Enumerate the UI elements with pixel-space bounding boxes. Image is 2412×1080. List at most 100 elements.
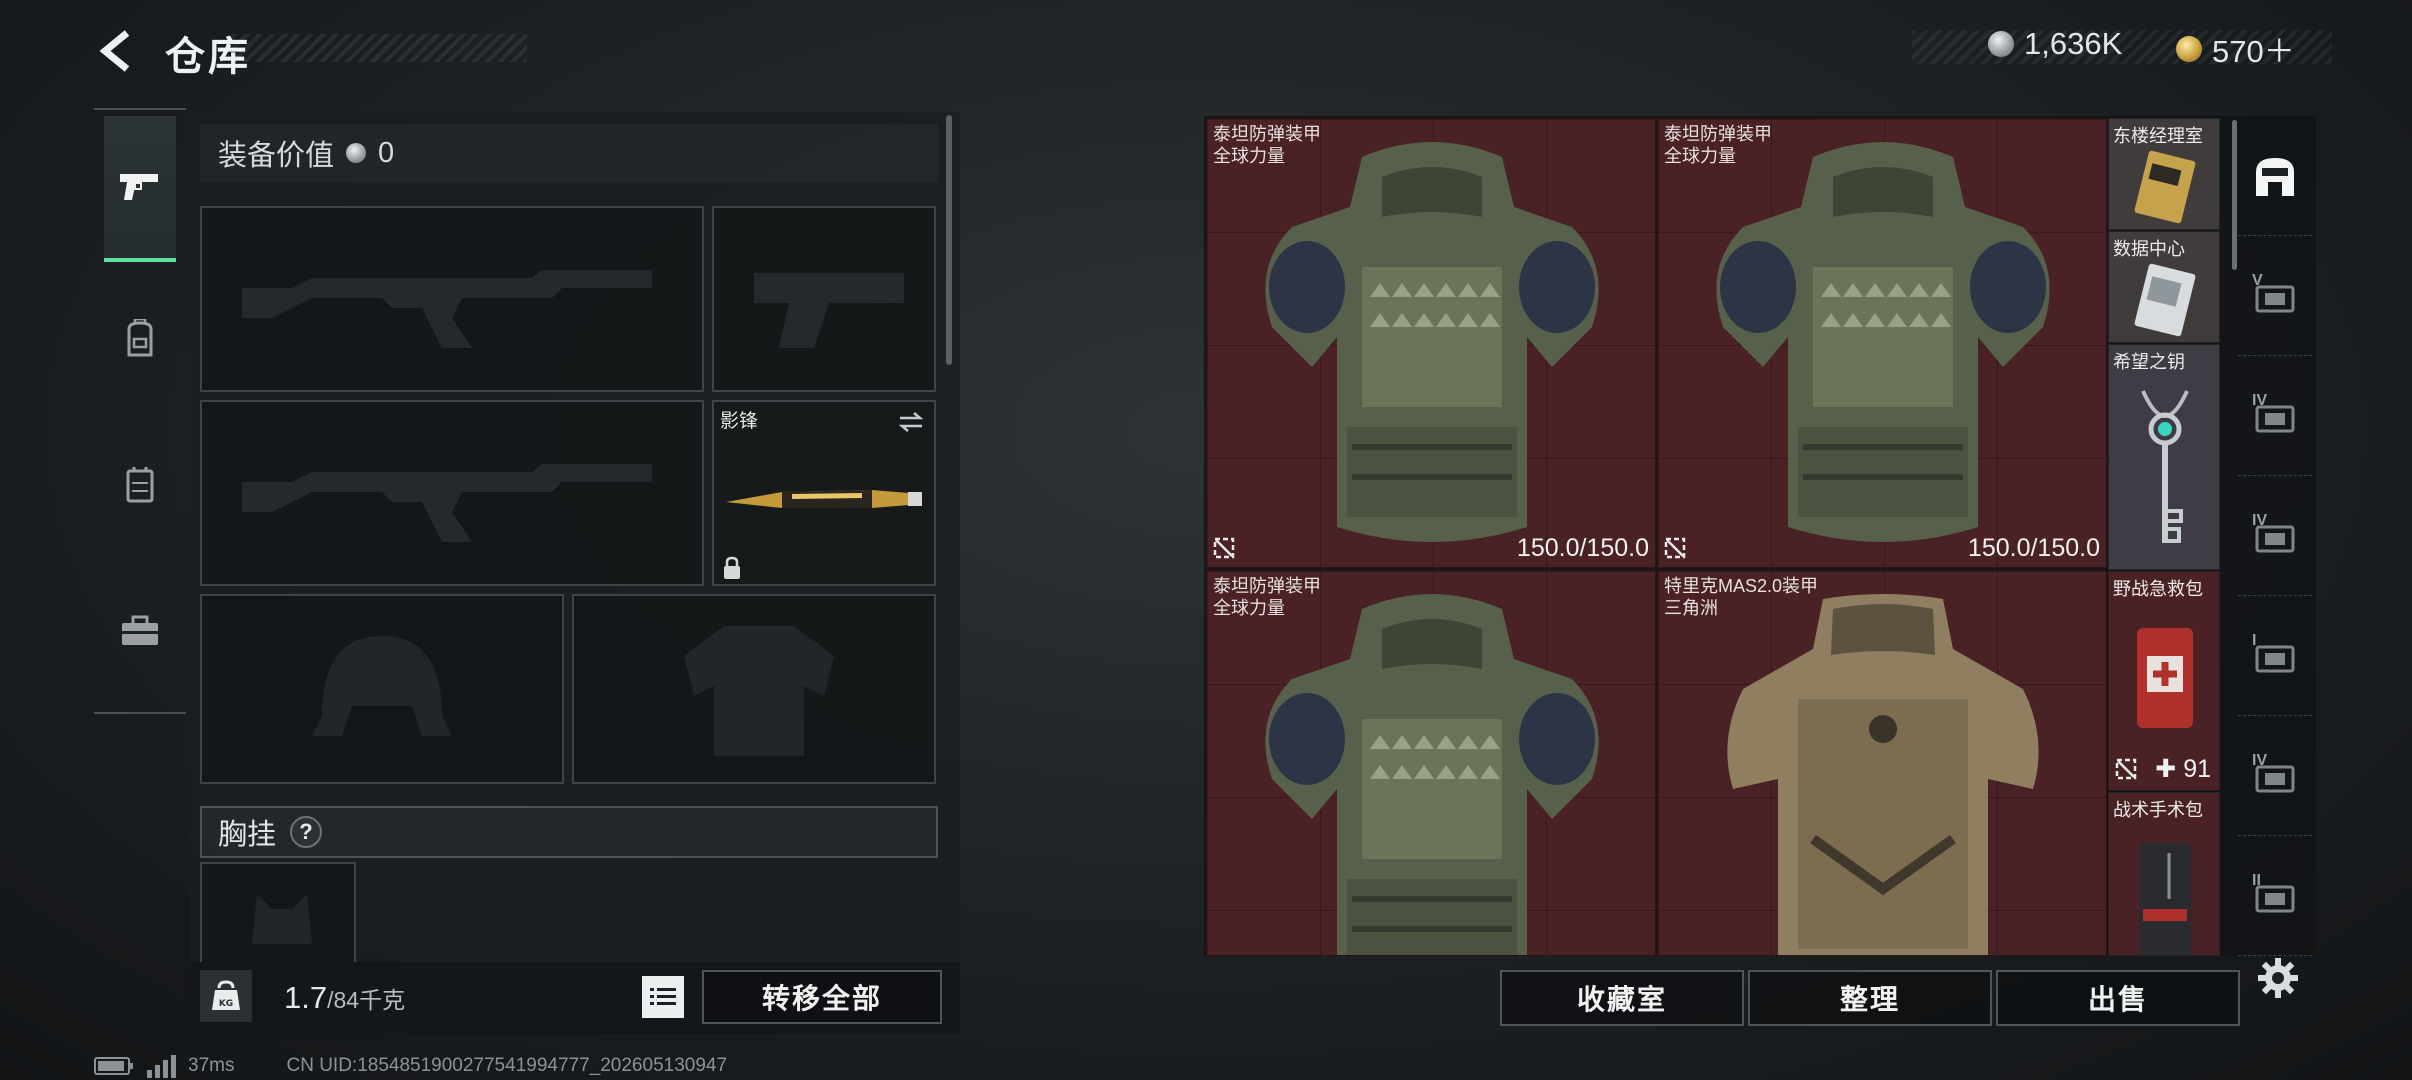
swap-icon[interactable]: [896, 410, 926, 434]
user-uid: CN UID:1854851900277541994777_2026051309…: [286, 1055, 728, 1076]
item-name-line1: 泰坦防弹装甲: [1213, 576, 1321, 596]
stash-scrollbar[interactable]: [2232, 120, 2237, 270]
item-name: 泰坦防弹装甲 全球力量: [1213, 575, 1321, 619]
home-icon: [2256, 157, 2294, 196]
storage-tab-1[interactable]: [2238, 118, 2312, 236]
rail-tab-backpack[interactable]: [104, 266, 176, 412]
stash-item-surgery-kit[interactable]: 战术手术包: [2108, 792, 2220, 956]
equipment-value-amount: 0: [378, 136, 395, 169]
item-name: 野战急救包: [2113, 579, 2203, 599]
tab-roman-numeral: V: [2252, 272, 2263, 289]
silver-coin-icon: [1988, 31, 2014, 57]
chest-rig-label: 胸挂: [218, 819, 277, 851]
first-aid-kit-icon: [2137, 628, 2193, 728]
durability-value: 150.0/150.0: [1516, 534, 1649, 562]
storage-tab-5[interactable]: I: [2238, 598, 2312, 716]
rail-tab-weapons[interactable]: [104, 116, 176, 262]
storage-tabs: V IV IV I IV II: [2238, 118, 2312, 958]
help-icon[interactable]: ?: [290, 816, 323, 848]
stash-item-armor[interactable]: 泰坦防弹装甲 全球力量 150.0/150.0: [1657, 118, 2107, 568]
storage-tab-3[interactable]: IV: [2238, 358, 2312, 476]
backpack-icon: [127, 319, 153, 357]
collection-room-button[interactable]: 收藏室: [1500, 970, 1744, 1026]
sell-button[interactable]: 出售: [1996, 970, 2240, 1026]
stash-item-armor[interactable]: 特里克MAS2.0装甲 三角洲: [1657, 570, 2107, 956]
primary-weapon-slot[interactable]: [200, 206, 704, 392]
item-name-line1: 特里克MAS2.0装甲: [1664, 576, 1819, 596]
item-name-line2: 三角洲: [1664, 598, 1718, 618]
silver-currency[interactable]: 1,636K: [1988, 26, 2122, 62]
keycard-icon: [2134, 263, 2196, 337]
key-icon: [2141, 390, 2189, 543]
tab-roman-numeral: IV: [2252, 512, 2268, 529]
pistol-slot[interactable]: [712, 206, 936, 392]
back-button[interactable]: [92, 26, 142, 76]
durability-value: 150.0/150.0: [1967, 534, 2100, 562]
carry-weight: 1.7/84千克: [284, 980, 405, 1016]
stash-item-armor[interactable]: 泰坦防弹装甲 全球力量 150.0/150.0: [1206, 118, 1656, 568]
gold-currency-value: 570＋: [2212, 34, 2295, 69]
toolbox-icon: [122, 615, 158, 645]
settings-button[interactable]: [2254, 954, 2302, 1002]
list-view-button[interactable]: [642, 976, 684, 1018]
carry-weight-max: /84千克: [327, 987, 406, 1013]
storage-tab-4[interactable]: IV: [2238, 478, 2312, 596]
item-name: 数据中心: [2113, 239, 2185, 259]
item-name: 战术手术包: [2113, 800, 2203, 820]
item-name-line1: 泰坦防弹装甲: [1213, 124, 1321, 144]
gold-coin-icon: [2176, 35, 2202, 62]
tab-roman-numeral: II: [2252, 872, 2261, 889]
secondary-weapon-slot[interactable]: [200, 400, 704, 586]
knife-icon: [726, 490, 922, 508]
helmet-slot[interactable]: [200, 594, 564, 784]
loadout-scrollbar[interactable]: [946, 115, 952, 365]
vest-icon: [126, 467, 154, 503]
stash-item-armor[interactable]: 泰坦防弹装甲 全球力量: [1206, 570, 1656, 956]
item-name-line2: 全球力量: [1213, 598, 1285, 618]
back-arrow-icon: [99, 30, 130, 72]
stash-item-field-first-aid[interactable]: 野战急救包 ✚ 91: [2108, 571, 2220, 791]
pistol-silhouette-icon: [754, 273, 904, 348]
battery-icon: [94, 1057, 133, 1075]
pistol-icon: [120, 174, 158, 200]
rail-tab-toolbox[interactable]: [104, 558, 176, 704]
svg-text:KG: KG: [219, 999, 233, 1009]
storage-tab-6[interactable]: IV: [2238, 718, 2312, 836]
status-footer: 37ms CN UID:1854851900277541994777_20260…: [94, 1054, 727, 1078]
equipment-value: 装备价值 0: [200, 124, 938, 182]
gold-currency[interactable]: 570＋: [2176, 26, 2295, 71]
storage-tab-7[interactable]: II: [2238, 838, 2312, 956]
surgery-kit-icon: [2139, 843, 2191, 955]
gear-icon: [2258, 958, 2298, 998]
stash-item-hope-key[interactable]: 希望之钥: [2108, 344, 2220, 570]
keycard-icon: [2134, 150, 2196, 224]
rail-tab-vest[interactable]: [104, 412, 176, 558]
tab-roman-numeral: I: [2252, 632, 2257, 649]
melee-slot[interactable]: 影锋: [712, 400, 936, 586]
stash-item-key-card-1[interactable]: 东楼经理室: [2108, 118, 2220, 230]
silver-currency-value: 1,636K: [2024, 26, 2123, 61]
item-name: 泰坦防弹装甲 全球力量: [1213, 123, 1321, 167]
storage-tab-2[interactable]: V: [2238, 238, 2312, 356]
armor-icon: [1716, 142, 2050, 542]
rifle-silhouette-icon: [242, 270, 652, 348]
stash-item-key-card-2[interactable]: 数据中心: [2108, 231, 2220, 343]
item-name-line1: 泰坦防弹装甲: [1664, 124, 1772, 144]
item-name-line2: 全球力量: [1213, 146, 1285, 166]
item-count: ✚ 91: [2155, 755, 2211, 783]
no-trade-icon: [2115, 758, 2137, 780]
category-rail: [94, 108, 186, 714]
no-trade-icon: [1664, 537, 1686, 559]
chest-rig-slot[interactable]: [200, 862, 356, 962]
sort-button[interactable]: 整理: [1748, 970, 1992, 1026]
tab-roman-numeral: IV: [2252, 392, 2268, 409]
rifle-silhouette-icon: [242, 464, 652, 542]
transfer-all-button[interactable]: 转移全部: [702, 970, 942, 1024]
tab-roman-numeral: IV: [2252, 752, 2268, 769]
silver-coin-icon: [346, 143, 367, 163]
body-armor-slot[interactable]: [572, 594, 936, 784]
lock-icon: [724, 556, 740, 579]
signal-icon: [147, 1055, 176, 1078]
chest-rig-silhouette-icon: [252, 894, 312, 944]
item-name: 泰坦防弹装甲 全球力量: [1664, 123, 1772, 167]
